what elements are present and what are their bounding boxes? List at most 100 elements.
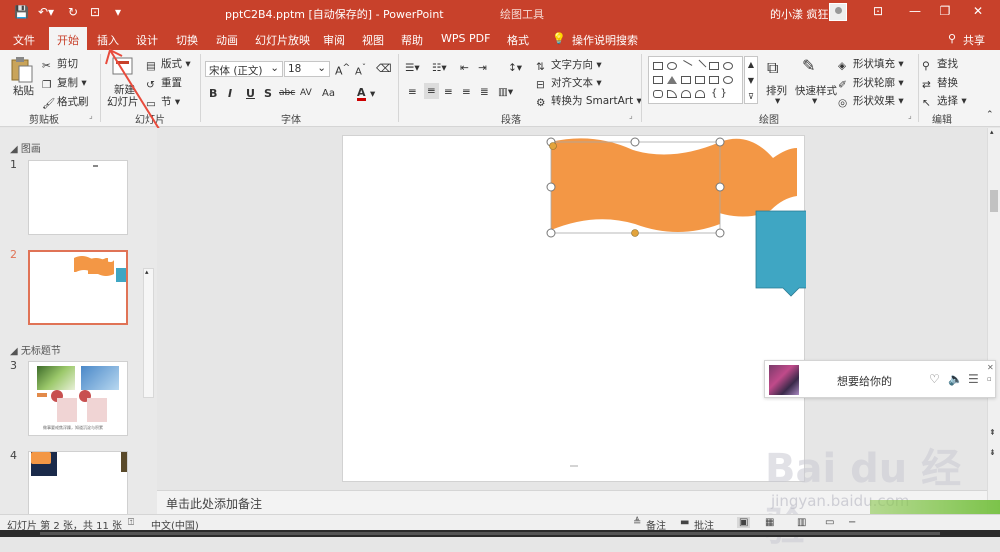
char-spacing-button[interactable]: AV [300,88,312,98]
adjust-handle[interactable] [631,229,639,237]
redo-icon[interactable]: ↻ [68,5,78,19]
align-right-icon[interactable]: ≡ [444,86,453,98]
font-size-combo[interactable]: 18 ⌄ [284,61,330,77]
triangle-shape-icon[interactable] [667,76,677,84]
shape-outline-button[interactable]: ✐ 形状轮廓 ▾ [838,75,904,91]
zoom-out-icon[interactable]: − [848,517,856,528]
paragraph-launcher-icon[interactable]: ⌟ [629,111,633,120]
adjust-handle[interactable] [549,142,557,150]
line-shape-icon[interactable] [679,60,693,72]
smiley-shape-icon[interactable] [723,76,733,84]
line-spacing-icon[interactable]: ↕▾ [508,62,522,74]
slide-sorter-icon[interactable]: ▦ [765,517,774,528]
song-title[interactable]: 想要给你的 [837,373,892,389]
replace-button[interactable]: ⇄ 替换 [922,75,958,91]
notes-toggle-icon[interactable]: ≜ [633,517,641,528]
playlist-icon[interactable]: ☰ [968,372,979,386]
prev-slide-icon[interactable]: ⇞ [989,428,996,437]
arrow-right-shape-icon[interactable] [709,76,719,84]
current-slide[interactable] [342,135,806,482]
clear-format-icon[interactable]: ⌫ [376,62,392,75]
expand-icon[interactable]: ▫ [987,375,992,383]
oval-shape-icon[interactable] [723,62,733,70]
paste-icon[interactable] [10,56,36,86]
arc-shape-icon[interactable] [695,90,705,98]
resize-handle[interactable] [630,137,640,147]
tab-view[interactable]: 视图 [362,32,384,48]
next-slide-icon[interactable]: ⇟ [989,448,996,457]
increase-font-icon[interactable]: A^ [335,62,350,78]
chevron-down-icon[interactable]: ▾ [812,95,817,107]
tab-help[interactable]: 帮助 [401,32,423,48]
numbering-icon[interactable]: ☷▾ [432,62,447,74]
share-icon[interactable]: ⚲ [948,32,956,45]
paste-button[interactable]: 粘贴 [13,83,34,98]
format-painter-button[interactable]: 🖌 格式刷 [42,94,89,110]
normal-view-icon[interactable]: ▣ [737,517,751,528]
save-icon[interactable]: 💾 [14,5,29,19]
tab-review[interactable]: 审阅 [323,32,345,48]
rectangle-shape-icon[interactable] [653,76,663,84]
section-header-1[interactable]: ◢ 图画 [10,140,41,155]
user-avatar[interactable] [829,3,847,21]
align-text-button[interactable]: ⊟ 对齐文本 ▾ [536,75,602,91]
share-button[interactable]: 共享 [963,32,985,48]
decrease-font-icon[interactable]: Aˇ [355,62,366,77]
increase-indent-icon[interactable]: ⇥ [478,62,487,74]
font-color-button[interactable]: A [357,87,366,101]
tell-me-icon[interactable]: 💡 [552,32,566,45]
change-case-button[interactable]: Aa [322,88,335,99]
callout-shape-blue[interactable] [755,210,806,297]
bullets-icon[interactable]: ☰▾ [405,62,420,74]
slideshow-icon[interactable]: ▭ [825,517,834,528]
arc-shape-icon[interactable] [681,90,691,98]
close-icon[interactable]: ✕ [987,363,994,372]
close-button[interactable]: ✕ [968,4,988,18]
rectangle-shape-icon[interactable] [653,62,663,70]
customize-qat-icon[interactable]: ▾ [115,5,121,19]
align-center-icon[interactable]: ≡ [424,83,439,99]
canvas-scrollbar[interactable]: ▴ ⇞ ⇟ [987,128,1000,514]
drawing-launcher-icon[interactable]: ⌟ [908,111,912,120]
elbow-connector-icon[interactable] [695,76,705,84]
heart-icon[interactable]: ♡ [929,372,940,386]
rounded-rect-shape-icon[interactable] [653,90,663,98]
resize-handle[interactable] [546,182,556,192]
shadow-button[interactable]: S [264,87,272,100]
resize-handle[interactable] [715,228,725,238]
slide-thumb-3[interactable]: 做事要戒焦浮躁，知道沉淀与积累 [28,361,128,436]
tab-home[interactable]: 开始 [49,27,87,50]
accessibility-icon[interactable]: ⍐ [128,517,134,528]
select-button[interactable]: ↖ 选择 ▾ [922,93,967,109]
resize-handle[interactable] [715,182,725,192]
shapes-gallery[interactable]: { } [648,56,743,104]
reading-view-icon[interactable]: ▥ [797,517,806,528]
minimize-button[interactable]: — [905,4,925,18]
align-left-icon[interactable]: ≡ [408,86,417,98]
restore-button[interactable]: ❐ [935,4,955,18]
cut-button[interactable]: ✂ 剪切 [42,56,78,72]
album-cover[interactable] [769,365,799,395]
quick-styles-icon[interactable]: ✎ [802,56,815,75]
user-name[interactable]: 的小漾 疯狂 [770,6,829,22]
tab-slideshow[interactable]: 幻灯片放映 [255,32,310,48]
tell-me-search[interactable]: 操作说明搜索 [572,32,638,48]
shape-effects-button[interactable]: ◎ 形状效果 ▾ [838,93,904,109]
undo-icon[interactable]: ↶▾ [38,5,54,19]
volume-icon[interactable]: 🔈 [948,372,963,386]
resize-handle[interactable] [715,137,725,147]
brace-shape-icon[interactable]: { } [711,88,727,99]
columns-icon[interactable]: ▥▾ [498,86,513,98]
arrow-shape-icon[interactable] [693,59,707,73]
tab-format[interactable]: 格式 [507,32,529,48]
strikethrough-button[interactable]: abc [279,88,295,98]
present-icon[interactable]: ⊡ [90,5,100,19]
smartart-button[interactable]: ⚙ 转换为 SmartArt ▾ [536,93,642,109]
slide-thumb-2[interactable] [28,250,128,325]
clipboard-launcher-icon[interactable]: ⌟ [89,111,93,120]
scrollbar-thumb[interactable] [990,190,998,212]
chevron-down-icon[interactable]: ▾ [775,95,780,107]
scroll-up-icon[interactable]: ▴ [990,128,994,136]
shapes-gallery-scroll[interactable]: ▲ ▼ ⊽ [744,56,758,104]
shape-fill-button[interactable]: ◈ 形状填充 ▾ [838,56,904,72]
